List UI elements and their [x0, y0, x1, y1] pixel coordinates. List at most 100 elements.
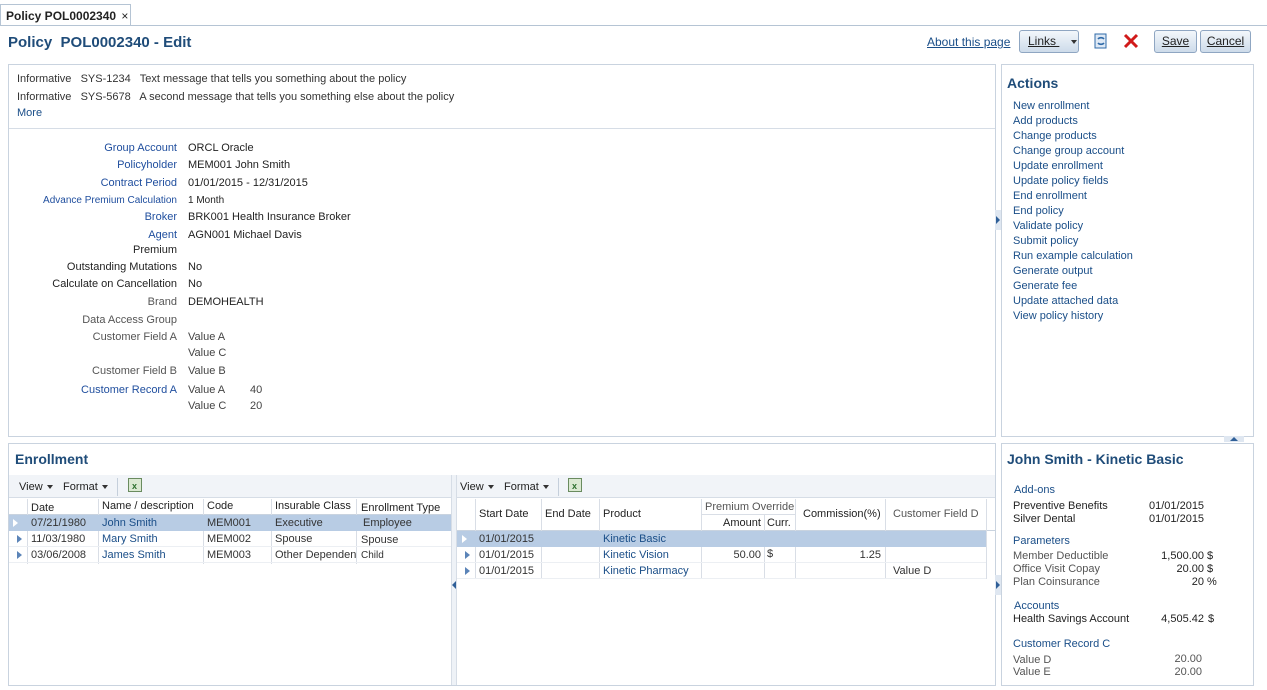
action-run-example-calculation[interactable]: Run example calculation [1013, 250, 1133, 262]
cell-name[interactable]: Mary Smith [102, 533, 158, 545]
action-new-enrollment[interactable]: New enrollment [1013, 100, 1089, 112]
col-insurable-class[interactable]: Insurable Class [275, 500, 351, 512]
cancel-button[interactable]: Cancel [1200, 30, 1251, 53]
collapse-up-handle[interactable] [1224, 436, 1244, 442]
addon-date: 01/01/2015 [1149, 513, 1205, 525]
account-name: Health Savings Account [1013, 613, 1130, 625]
action-change-group-account[interactable]: Change group account [1013, 145, 1124, 157]
row-expand-icon[interactable] [13, 519, 18, 527]
refresh-icon[interactable] [1092, 32, 1110, 50]
cell-date: 03/06/2008 [31, 549, 87, 561]
cell-class: Other Dependen [275, 549, 357, 561]
row-expand-icon[interactable] [465, 551, 470, 559]
delete-icon[interactable] [1122, 32, 1140, 50]
enrollment-view-menu[interactable]: View [19, 481, 53, 493]
col-end-date[interactable]: End Date [545, 508, 591, 520]
customer-record-c-heading[interactable]: Customer Record C [1013, 638, 1110, 650]
broker-label[interactable]: Broker [145, 211, 177, 223]
cell-product[interactable]: Kinetic Basic [603, 533, 666, 545]
advance-premium-label[interactable]: Advance Premium Calculation [43, 195, 177, 206]
col-name[interactable]: Name / description [102, 500, 194, 512]
group-account-label[interactable]: Group Account [104, 142, 177, 154]
customer-field-a-value-1: Value A [188, 331, 226, 343]
tab-close-icon[interactable]: × [121, 9, 128, 23]
calc-cancellation-value: No [188, 278, 203, 290]
chevron-down-icon [46, 485, 53, 490]
cell-product[interactable]: Kinetic Pharmacy [603, 565, 689, 577]
cell-product[interactable]: Kinetic Vision [603, 549, 669, 561]
save-button[interactable]: Save [1154, 30, 1197, 53]
customer-record-a-label[interactable]: Customer Record A [81, 384, 177, 396]
row-expand-icon[interactable] [462, 535, 467, 543]
col-code[interactable]: Code [207, 500, 233, 512]
contract-period-label[interactable]: Contract Period [101, 177, 177, 189]
cell-class: Spouse [275, 533, 313, 545]
policy-tab[interactable]: Policy POL0002340 × [0, 4, 131, 26]
page-title: Policy POL0002340 - Edit [8, 34, 192, 51]
addons-heading[interactable]: Add-ons [1014, 484, 1055, 496]
action-end-policy[interactable]: End policy [1013, 205, 1064, 217]
calc-cancellation-label: Calculate on Cancellation [52, 278, 177, 290]
view-label: View [19, 481, 43, 493]
cell-type: Spouse [361, 534, 399, 546]
cell-customer-field-d: Value D [893, 565, 932, 577]
action-update-policy-fields[interactable]: Update policy fields [1013, 175, 1108, 187]
table-row[interactable]: 01/01/2015 Kinetic Basic [457, 531, 986, 547]
table-row[interactable]: 11/03/1980 Mary Smith MEM002 Spouse Spou… [9, 531, 451, 547]
action-update-enrollment[interactable]: Update enrollment [1013, 160, 1103, 172]
accounts-heading[interactable]: Accounts [1014, 600, 1059, 612]
cell-name[interactable]: John Smith [102, 517, 157, 529]
message-type: Informative [17, 91, 72, 103]
cell-commission: 1.25 [859, 549, 881, 561]
col-customer-field-d[interactable]: Customer Field D [893, 508, 979, 520]
parameters-heading[interactable]: Parameters [1013, 535, 1070, 547]
policyholder-label[interactable]: Policyholder [117, 159, 177, 171]
col-date[interactable]: Date [31, 502, 54, 514]
messages-more-link[interactable]: More [17, 107, 42, 119]
products-view-menu[interactable]: View [460, 481, 494, 493]
agent-label[interactable]: Agent [148, 229, 177, 241]
customer-field-b-label: Customer Field B [92, 365, 177, 377]
table-row[interactable]: 01/01/2015 Kinetic Pharmacy Value D [457, 563, 986, 579]
cell-date: 11/03/1980 [31, 533, 86, 545]
row-expand-icon[interactable] [465, 567, 470, 575]
contract-period-value: 01/01/2015 - 12/31/2015 [188, 177, 308, 189]
brand-label: Brand [147, 296, 177, 308]
cell-type: Employee [363, 517, 412, 529]
table-row[interactable]: 03/06/2008 James Smith MEM003 Other Depe… [9, 547, 451, 563]
links-button[interactable]: Links [1019, 30, 1079, 53]
col-commission[interactable]: Commission(%) [803, 508, 881, 520]
col-product[interactable]: Product [603, 508, 641, 520]
action-generate-output[interactable]: Generate output [1013, 265, 1093, 277]
enrollment-title: Enrollment [15, 451, 89, 467]
toolbar-separator [117, 478, 118, 496]
table-row[interactable]: 01/01/2015 Kinetic Vision 50.00 $ 1.25 [457, 547, 986, 563]
action-add-products[interactable]: Add products [1013, 115, 1078, 127]
cell-name[interactable]: James Smith [102, 549, 166, 561]
products-format-menu[interactable]: Format [504, 481, 549, 493]
action-validate-policy[interactable]: Validate policy [1013, 220, 1083, 232]
col-amount[interactable]: Amount [723, 517, 761, 529]
action-submit-policy[interactable]: Submit policy [1013, 235, 1078, 247]
action-update-attached-data[interactable]: Update attached data [1013, 295, 1118, 307]
enrollment-format-menu[interactable]: Format [63, 481, 108, 493]
col-currency[interactable]: Curr. [767, 517, 791, 529]
row-expand-icon[interactable] [17, 551, 22, 559]
table-row[interactable]: 07/21/1980 John Smith MEM001 Executive E… [9, 515, 451, 531]
tab-divider [0, 25, 1267, 26]
action-end-enrollment[interactable]: End enrollment [1013, 190, 1087, 202]
action-generate-fee[interactable]: Generate fee [1013, 280, 1077, 292]
export-excel-icon[interactable]: x [128, 478, 142, 492]
action-view-policy-history[interactable]: View policy history [1013, 310, 1103, 322]
customer-record-a-val-1: 40 [250, 384, 263, 396]
col-start-date[interactable]: Start Date [479, 508, 529, 520]
chevron-down-icon [1071, 39, 1078, 44]
outstanding-mutations-label: Outstanding Mutations [66, 261, 177, 273]
col-enrollment-type[interactable]: Enrollment Type [361, 502, 440, 514]
outstanding-mutations-value: No [188, 261, 203, 273]
action-change-products[interactable]: Change products [1013, 130, 1097, 142]
row-expand-icon[interactable] [17, 535, 22, 543]
about-page-link[interactable]: About this page [927, 35, 1010, 49]
export-excel-icon[interactable]: x [568, 478, 582, 492]
param-unit: $ [1207, 550, 1214, 562]
